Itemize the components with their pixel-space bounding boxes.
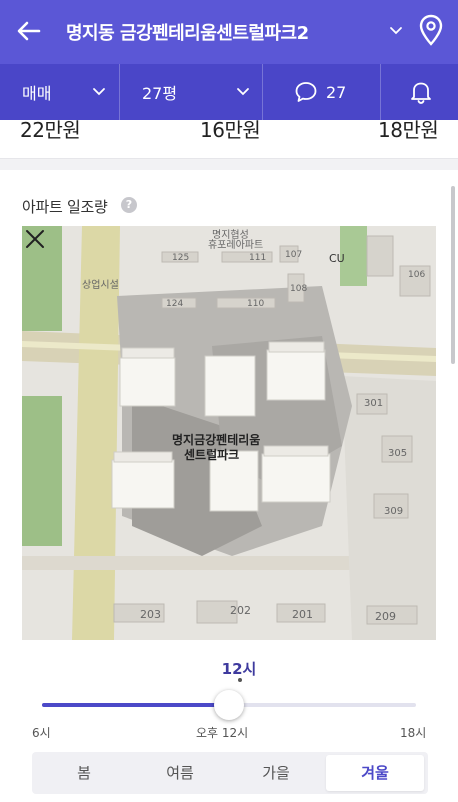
tab-spring[interactable]: 봄: [36, 755, 132, 791]
time-slider-fill: [42, 703, 229, 707]
help-icon[interactable]: ?: [121, 197, 137, 213]
building-number: 110: [247, 299, 265, 309]
building-number: 107: [285, 250, 303, 260]
comments-button[interactable]: 27: [294, 64, 374, 120]
section-divider: [0, 158, 458, 170]
time-tick-marker: [238, 678, 242, 682]
speech-bubble-icon: [295, 82, 317, 102]
back-arrow-icon[interactable]: [14, 16, 44, 46]
price-value: 22만원: [20, 120, 81, 142]
building-number: 209: [375, 610, 396, 623]
bell-icon[interactable]: [408, 79, 434, 105]
close-icon[interactable]: [22, 226, 48, 252]
top-app-bar: 명지동 금강펜테리움센트럴파크2: [0, 0, 458, 64]
area-label: 27평: [142, 84, 178, 103]
building-number: 203: [140, 608, 161, 621]
slider-middle-label: 오후 12시: [196, 726, 249, 740]
deal-type-label: 매매: [22, 84, 52, 103]
shopping-label: 상업시설: [82, 280, 119, 291]
chevron-down-icon[interactable]: [388, 22, 404, 38]
building-number: 124: [166, 299, 184, 309]
filter-divider: [262, 64, 263, 120]
complex-name-label: 센트럴파크: [184, 448, 240, 462]
current-time-label: 12시: [221, 660, 257, 678]
deal-type-chevron-icon: [93, 88, 105, 96]
building-number: 201: [292, 608, 313, 621]
complex-title[interactable]: 명지동 금강펜테리움센트럴파크2: [66, 19, 386, 45]
building-number: 108: [290, 284, 308, 294]
season-tabs: 봄 여름 가을 겨울: [32, 752, 428, 794]
sunlight-3d-map[interactable]: 명지협성 휴포레아파트 상업시설 CU 125 111 107 124 110 …: [22, 226, 436, 640]
comments-count: 27: [326, 82, 347, 102]
section-title: 아파트 일조량: [22, 198, 108, 216]
building-number: 106: [408, 270, 426, 280]
building-number: 301: [364, 398, 384, 409]
location-pin-icon[interactable]: [418, 14, 444, 46]
tab-autumn[interactable]: 가을: [228, 755, 324, 791]
price-value: 18만원: [378, 120, 439, 142]
neighbor-complex-label: 휴포레아파트: [208, 240, 264, 251]
filter-divider: [380, 64, 381, 120]
building-number: 309: [384, 506, 404, 517]
tab-winter[interactable]: 겨울: [326, 755, 424, 791]
building-number: 125: [172, 253, 190, 263]
building-number: 111: [249, 253, 267, 263]
filter-divider: [119, 64, 120, 120]
tab-summer[interactable]: 여름: [132, 755, 228, 791]
building-number: 202: [230, 604, 251, 617]
store-label: CU: [329, 252, 345, 265]
app-screen: 명지동 금강펜테리움센트럴파크2 매매 27평 27 22만원 16만원 18만…: [0, 0, 458, 802]
price-row: 22만원 16만원 18만원: [0, 120, 458, 146]
filter-bar: 매매 27평 27: [0, 64, 458, 120]
scrollbar[interactable]: [451, 186, 455, 364]
slider-start-label: 6시: [32, 726, 51, 740]
time-slider-thumb[interactable]: [214, 690, 244, 720]
building-number: 305: [388, 448, 408, 459]
slider-end-label: 18시: [400, 726, 427, 740]
area-chevron-icon: [237, 88, 249, 96]
price-value: 16만원: [200, 120, 261, 142]
